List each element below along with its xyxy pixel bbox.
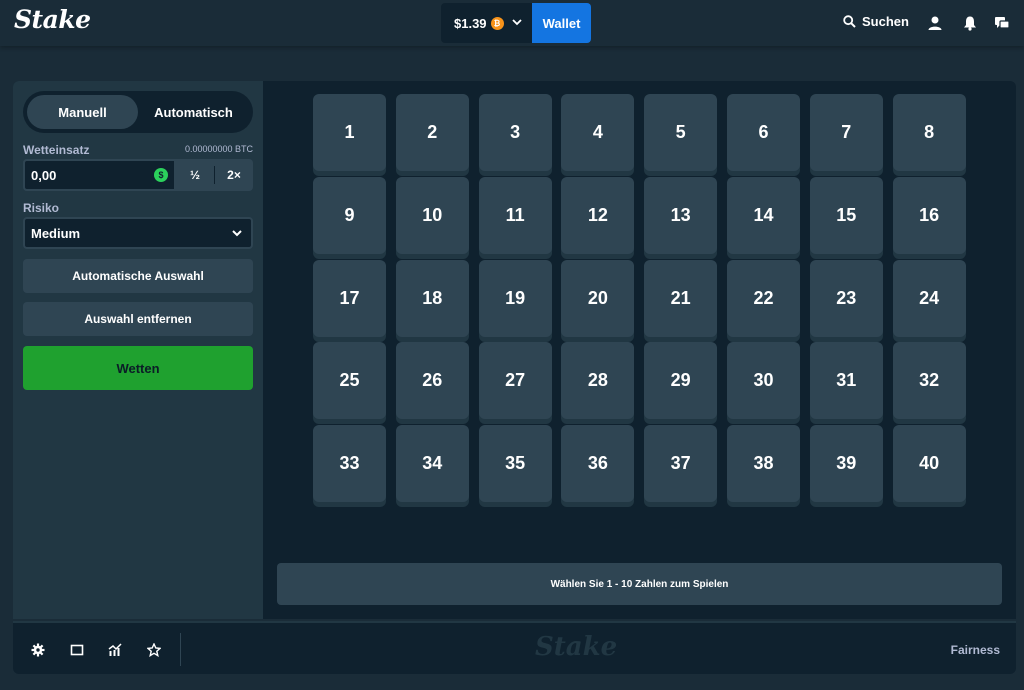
fairness-link[interactable]: Fairness [951, 643, 1000, 657]
chevron-down-icon [511, 17, 522, 30]
balance-dropdown[interactable]: $1.39 ₿ [441, 3, 532, 43]
keno-tile[interactable]: 32 [892, 342, 966, 420]
stake-logo[interactable]: Stake [14, 5, 91, 34]
keno-tile[interactable]: 17 [313, 259, 386, 337]
balance-amount: $1.39 [454, 15, 487, 31]
keno-tile[interactable]: 29 [644, 342, 718, 420]
tab-automatic[interactable]: Automatisch [138, 95, 249, 129]
keno-tile[interactable]: 2 [395, 94, 469, 171]
search-label: Suchen [862, 14, 909, 29]
keno-tile[interactable]: 15 [809, 176, 883, 254]
keno-tile[interactable]: 3 [478, 94, 552, 171]
keno-tile[interactable]: 21 [644, 259, 718, 337]
keno-tile[interactable]: 40 [892, 425, 966, 503]
keno-tile[interactable]: 33 [313, 425, 386, 503]
bet-sidebar: Manuell Automatisch Wetteinsatz 0.000000… [13, 81, 263, 619]
bet-btc-value: 0.00000000 BTC [184, 144, 253, 154]
bet-amount-input[interactable]: 0,00 $ [23, 159, 176, 191]
dollar-coin-icon: $ [154, 168, 168, 182]
keno-tile[interactable]: 12 [561, 176, 635, 254]
theatre-mode-icon[interactable] [70, 643, 84, 657]
top-header: Stake $1.39 ₿ Wallet Suchen [0, 0, 1024, 46]
keno-tile[interactable]: 22 [727, 259, 800, 337]
auto-pick-button[interactable]: Automatische Auswahl [23, 259, 253, 293]
footer-stake-logo: Stake [535, 632, 618, 662]
keno-tile[interactable]: 35 [478, 425, 552, 503]
keno-game-panel: Manuell Automatisch Wetteinsatz 0.000000… [13, 81, 1016, 619]
keno-tile[interactable]: 19 [478, 259, 552, 337]
keno-tile[interactable]: 16 [892, 176, 966, 254]
bet-amount-value: 0,00 [31, 167, 57, 183]
risk-select[interactable]: Medium [23, 217, 253, 249]
footer-divider [180, 633, 181, 666]
tab-manual[interactable]: Manuell [27, 95, 138, 129]
bell-icon[interactable] [962, 15, 978, 31]
keno-tile[interactable]: 36 [561, 425, 635, 503]
keno-tile[interactable]: 1 [313, 94, 386, 171]
keno-tile[interactable]: 23 [809, 259, 883, 337]
favorite-icon[interactable] [147, 643, 161, 657]
keno-tile[interactable]: 31 [809, 342, 883, 420]
bet-amount-control: 0,00 $ ½ 2× [23, 159, 253, 191]
keno-tile[interactable]: 20 [561, 259, 635, 337]
keno-tile[interactable]: 4 [561, 94, 635, 171]
bitcoin-icon: ₿ [490, 16, 504, 30]
keno-tile[interactable]: 13 [644, 176, 718, 254]
mode-toggle: Manuell Automatisch [23, 91, 253, 133]
keno-tile[interactable]: 39 [809, 425, 883, 503]
keno-tile[interactable]: 24 [892, 259, 966, 337]
hint-message: Wählen Sie 1 - 10 Zahlen zum Spielen [277, 563, 1002, 605]
keno-tile[interactable]: 25 [313, 342, 386, 420]
user-icon[interactable] [927, 15, 943, 31]
keno-tile[interactable]: 11 [478, 176, 552, 254]
keno-tile[interactable]: 27 [478, 342, 552, 420]
keno-tile[interactable]: 10 [395, 176, 469, 254]
double-bet-button[interactable]: 2× [215, 159, 253, 191]
risk-value: Medium [31, 225, 81, 241]
bet-amount-label: Wetteinsatz [23, 143, 90, 157]
keno-tile[interactable]: 14 [727, 176, 800, 254]
half-bet-button[interactable]: ½ [176, 159, 214, 191]
keno-tile[interactable]: 28 [561, 342, 635, 420]
settings-icon[interactable] [31, 643, 45, 657]
chat-icon[interactable] [994, 15, 1010, 31]
clear-table-button[interactable]: Auswahl entfernen [23, 302, 253, 336]
keno-tile[interactable]: 9 [313, 176, 386, 254]
risk-label: Risiko [23, 201, 60, 215]
keno-tile[interactable]: 37 [644, 425, 718, 503]
wallet-button[interactable]: Wallet [532, 3, 591, 43]
stats-icon[interactable] [108, 643, 122, 657]
chevron-down-icon [232, 230, 242, 237]
keno-tile[interactable]: 34 [395, 425, 469, 503]
keno-tile[interactable]: 8 [892, 94, 966, 171]
keno-tile[interactable]: 30 [727, 342, 800, 420]
keno-tile[interactable]: 6 [727, 94, 800, 171]
risk-label-row: Risiko [23, 201, 253, 215]
search-icon [843, 15, 856, 28]
keno-tile[interactable]: 26 [395, 342, 469, 420]
search-button[interactable]: Suchen [843, 14, 909, 29]
keno-tile[interactable]: 5 [644, 94, 718, 171]
bet-amount-label-row: Wetteinsatz 0.00000000 BTC [23, 143, 253, 157]
keno-tile[interactable]: 7 [809, 94, 883, 171]
keno-tile[interactable]: 18 [395, 259, 469, 337]
bet-button[interactable]: Wetten [23, 346, 253, 390]
keno-tile[interactable]: 38 [727, 425, 800, 503]
game-footer: Stake Fairness [13, 621, 1016, 674]
